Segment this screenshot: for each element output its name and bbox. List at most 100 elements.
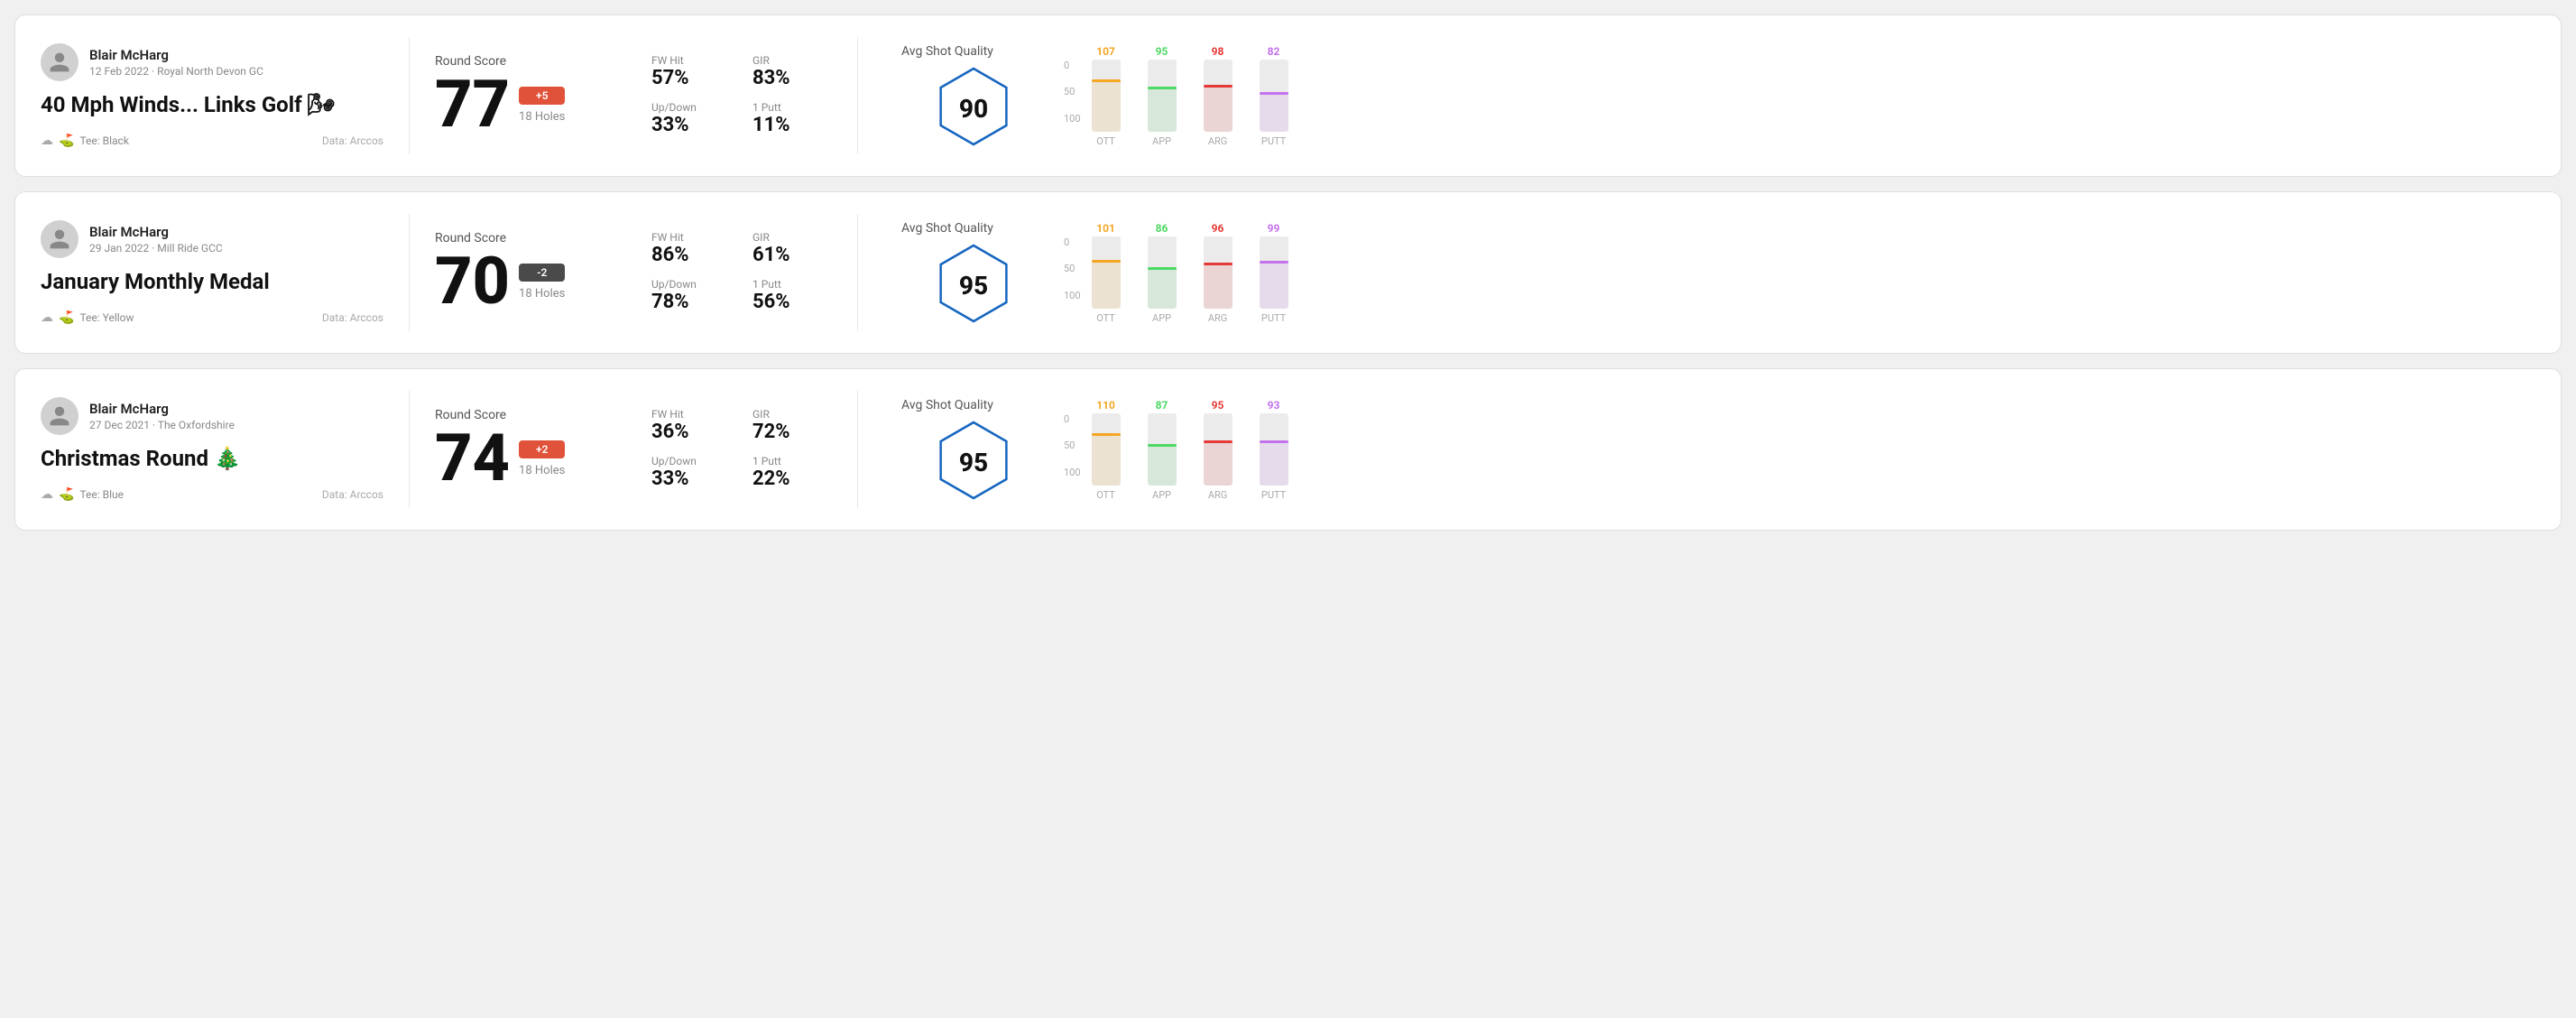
cloud-icon: ☁ (41, 134, 53, 148)
bar-track (1148, 60, 1177, 132)
avatar (41, 220, 78, 258)
bar-track (1204, 236, 1233, 309)
updown-stat: Up/Down 78% (651, 278, 731, 314)
gir-value: 83% (752, 67, 832, 90)
quality-section: Avg Shot Quality 90 (901, 44, 1046, 147)
bar-group: 86 APP (1142, 222, 1182, 324)
round-card-2: Blair McHarg 29 Jan 2022 · Mill Ride GCC… (14, 191, 2562, 354)
gir-stat: GIR 72% (752, 408, 832, 444)
data-source: Data: Arccos (322, 488, 383, 501)
updown-label: Up/Down (651, 455, 731, 467)
bar-label: PUTT (1261, 312, 1286, 324)
user-meta: 27 Dec 2021 · The Oxfordshire (89, 419, 235, 431)
chart-section: 100 50 0 110 OTT 87 APP 95 (1064, 399, 2535, 501)
updown-stat: Up/Down 33% (651, 455, 731, 491)
bar-value: 87 (1156, 399, 1168, 412)
bar-label: APP (1152, 312, 1171, 324)
user-icon (48, 404, 71, 428)
bar-group: 95 APP (1142, 45, 1182, 147)
putt-value: 22% (752, 467, 832, 491)
round-card-3: Blair McHarg 27 Dec 2021 · The Oxfordshi… (14, 368, 2562, 531)
user-name: Blair McHarg (89, 401, 235, 417)
footer-row: ☁ ⛳ Tee: Black Data: Arccos (41, 134, 383, 148)
quality-section: Avg Shot Quality 95 (901, 398, 1046, 501)
putt-value: 11% (752, 114, 832, 137)
hexagon: 90 (933, 66, 1014, 147)
cloud-icon: ☁ (41, 487, 53, 502)
tee-label: Tee: Blue (79, 488, 124, 501)
score-number: 74 (435, 426, 510, 491)
bar-value: 95 (1212, 399, 1224, 412)
tee-info: ☁ ⛳ Tee: Black (41, 134, 129, 148)
hexagon-container: 90 (901, 66, 1046, 147)
fw-hit-value: 86% (651, 244, 731, 267)
putt-stat: 1 Putt 11% (752, 101, 832, 137)
holes-text: 18 Holes (519, 287, 565, 301)
gir-label: GIR (752, 408, 832, 421)
user-row: Blair McHarg 27 Dec 2021 · The Oxfordshi… (41, 397, 383, 435)
fw-hit-label: FW Hit (651, 54, 731, 67)
tee-info: ☁ ⛳ Tee: Yellow (41, 310, 134, 325)
svg-text:95: 95 (959, 271, 988, 301)
putt-value: 56% (752, 291, 832, 314)
stats-section: FW Hit 57% GIR 83% Up/Down 33% 1 Putt 11… (651, 54, 832, 138)
tee-label: Tee: Black (79, 134, 128, 147)
updown-value: 33% (651, 114, 731, 137)
bar-label: ARG (1208, 489, 1227, 501)
fw-hit-stat: FW Hit 86% (651, 231, 731, 267)
putt-stat: 1 Putt 56% (752, 278, 832, 314)
footer-row: ☁ ⛳ Tee: Blue Data: Arccos (41, 487, 383, 502)
score-number: 70 (435, 249, 510, 314)
section-divider (409, 214, 410, 331)
updown-value: 33% (651, 467, 731, 491)
gir-stat: GIR 61% (752, 231, 832, 267)
score-section: Round Score 74 +2 18 Holes (435, 408, 633, 491)
fw-hit-stat: FW Hit 57% (651, 54, 731, 90)
bar-group: 87 APP (1142, 399, 1182, 501)
putt-label: 1 Putt (752, 455, 832, 467)
round-title: January Monthly Medal (41, 269, 383, 294)
left-section: Blair McHarg 29 Jan 2022 · Mill Ride GCC… (41, 220, 383, 325)
score-badge: +5 (519, 87, 565, 105)
updown-value: 78% (651, 291, 731, 314)
score-main: 74 +2 18 Holes (435, 426, 633, 491)
holes-text: 18 Holes (519, 464, 565, 477)
bar-value: 98 (1212, 45, 1224, 58)
bar-value: 95 (1156, 45, 1168, 58)
bar-label: ARG (1208, 135, 1227, 147)
score-badge-group: +5 18 Holes (519, 87, 565, 124)
left-section: Blair McHarg 12 Feb 2022 · Royal North D… (41, 43, 383, 148)
bar-track (1204, 413, 1233, 486)
left-section: Blair McHarg 27 Dec 2021 · The Oxfordshi… (41, 397, 383, 502)
score-section: Round Score 70 -2 18 Holes (435, 231, 633, 314)
bar-group: 110 OTT (1086, 399, 1126, 501)
section-divider (409, 37, 410, 154)
svg-text:95: 95 (959, 448, 988, 477)
bar-group: 98 ARG (1198, 45, 1238, 147)
svg-text:90: 90 (959, 94, 988, 124)
section-divider-2 (857, 391, 858, 508)
bar-group: 99 PUTT (1254, 222, 1294, 324)
round-title: Christmas Round 🎄 (41, 446, 383, 471)
user-meta: 29 Jan 2022 · Mill Ride GCC (89, 242, 223, 255)
avatar (41, 43, 78, 81)
quality-label: Avg Shot Quality (901, 398, 993, 412)
bar-track (1260, 413, 1288, 486)
bar-label: OTT (1096, 135, 1115, 147)
bar-group: 101 OTT (1086, 222, 1126, 324)
user-row: Blair McHarg 12 Feb 2022 · Royal North D… (41, 43, 383, 81)
bar-label: ARG (1208, 312, 1227, 324)
bar-group: 95 ARG (1198, 399, 1238, 501)
user-row: Blair McHarg 29 Jan 2022 · Mill Ride GCC (41, 220, 383, 258)
gir-label: GIR (752, 54, 832, 67)
gir-value: 72% (752, 421, 832, 444)
user-name: Blair McHarg (89, 224, 223, 240)
chart-section: 100 50 0 107 OTT 95 APP 98 (1064, 45, 2535, 147)
gir-stat: GIR 83% (752, 54, 832, 90)
hexagon-container: 95 (901, 420, 1046, 501)
golf-icon: ⛳ (59, 310, 74, 325)
user-info: Blair McHarg 12 Feb 2022 · Royal North D… (89, 47, 263, 78)
quality-section: Avg Shot Quality 95 (901, 221, 1046, 324)
bar-value: 110 (1096, 399, 1115, 412)
bar-value: 82 (1268, 45, 1280, 58)
